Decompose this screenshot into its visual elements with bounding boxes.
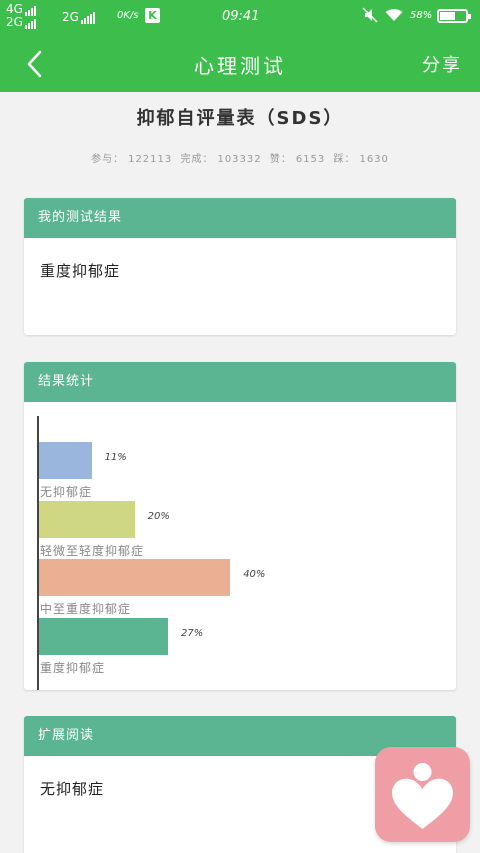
mute-icon <box>362 7 378 26</box>
chevron-left-icon <box>27 50 42 78</box>
chart-value-label: 27% <box>181 627 204 639</box>
my-result-card: 我的测试结果 重度抑郁症 <box>24 198 456 335</box>
wifi-icon <box>385 8 403 25</box>
test-title: 抑郁自评量表（SDS） <box>136 108 344 129</box>
network-type-1: 4G <box>6 2 23 16</box>
follows-label: 踩： <box>333 154 356 165</box>
participants-label: 参与： <box>91 154 125 165</box>
clock: 09:41 <box>222 9 260 24</box>
k-app-icon: K <box>145 8 160 23</box>
heart-person-icon <box>392 763 453 829</box>
follows-count: 1630 <box>359 154 389 165</box>
result-bar-chart: 11% 无抑郁症 20% 轻微至轻度抑郁症 40% 中至重度抑郁症 27% 重度抑郁症 <box>24 402 456 690</box>
chart-value-label: 20% <box>147 510 170 522</box>
result-stats-heading: 结果统计 <box>24 362 456 402</box>
nav-bar: 心理测试 分享 <box>0 36 480 92</box>
chart-category-label: 中至重度抑郁症 <box>40 602 132 616</box>
likes-label: 赞： <box>269 154 292 165</box>
chart-bar <box>39 559 231 596</box>
signal-icon <box>24 3 37 16</box>
my-result-heading: 我的测试结果 <box>24 198 456 238</box>
chart-category-label: 轻微至轻度抑郁症 <box>40 543 145 558</box>
signal-icon <box>80 10 96 24</box>
chart-value-label: 40% <box>243 569 266 580</box>
completed-label: 完成： <box>180 154 214 165</box>
participants-count: 122113 <box>128 154 173 165</box>
test-stats: 参与： 122113 完成： 103332 赞： 6153 踩： 1630 <box>0 150 480 165</box>
chart-category-label: 无抑郁症 <box>40 485 93 499</box>
network-type-2: 2G <box>6 15 23 29</box>
share-button[interactable]: 分享 <box>422 51 462 77</box>
network-type-3: 2G <box>62 10 96 24</box>
chart-category-label: 重度抑郁症 <box>40 660 106 675</box>
chart-bar <box>39 617 169 655</box>
battery-percent: 58% <box>410 10 433 21</box>
back-button[interactable] <box>18 48 58 80</box>
signal-icon <box>24 16 37 29</box>
completed-count: 103332 <box>217 154 262 165</box>
signal-group: 4G 2G <box>6 3 37 29</box>
chart-bar <box>39 442 92 479</box>
chart-value-label: 11% <box>104 452 127 463</box>
my-result-value: 重度抑郁症 <box>40 262 121 280</box>
likes-count: 6153 <box>295 154 326 165</box>
network-speed: 0K/s <box>117 10 139 21</box>
page-title-bar: 心理测试 <box>194 54 286 78</box>
result-stats-card: 结果统计 11% 无抑郁症 20% 轻微至轻度抑郁症 40% 中至重度抑郁症 27% 重度抑郁… <box>24 362 456 690</box>
floating-app-button[interactable] <box>375 747 470 842</box>
chart-bar <box>39 500 135 538</box>
battery-icon <box>437 9 471 23</box>
status-bar: 4G 2G 2G 0K/s K 09:41 58% <box>0 0 480 36</box>
